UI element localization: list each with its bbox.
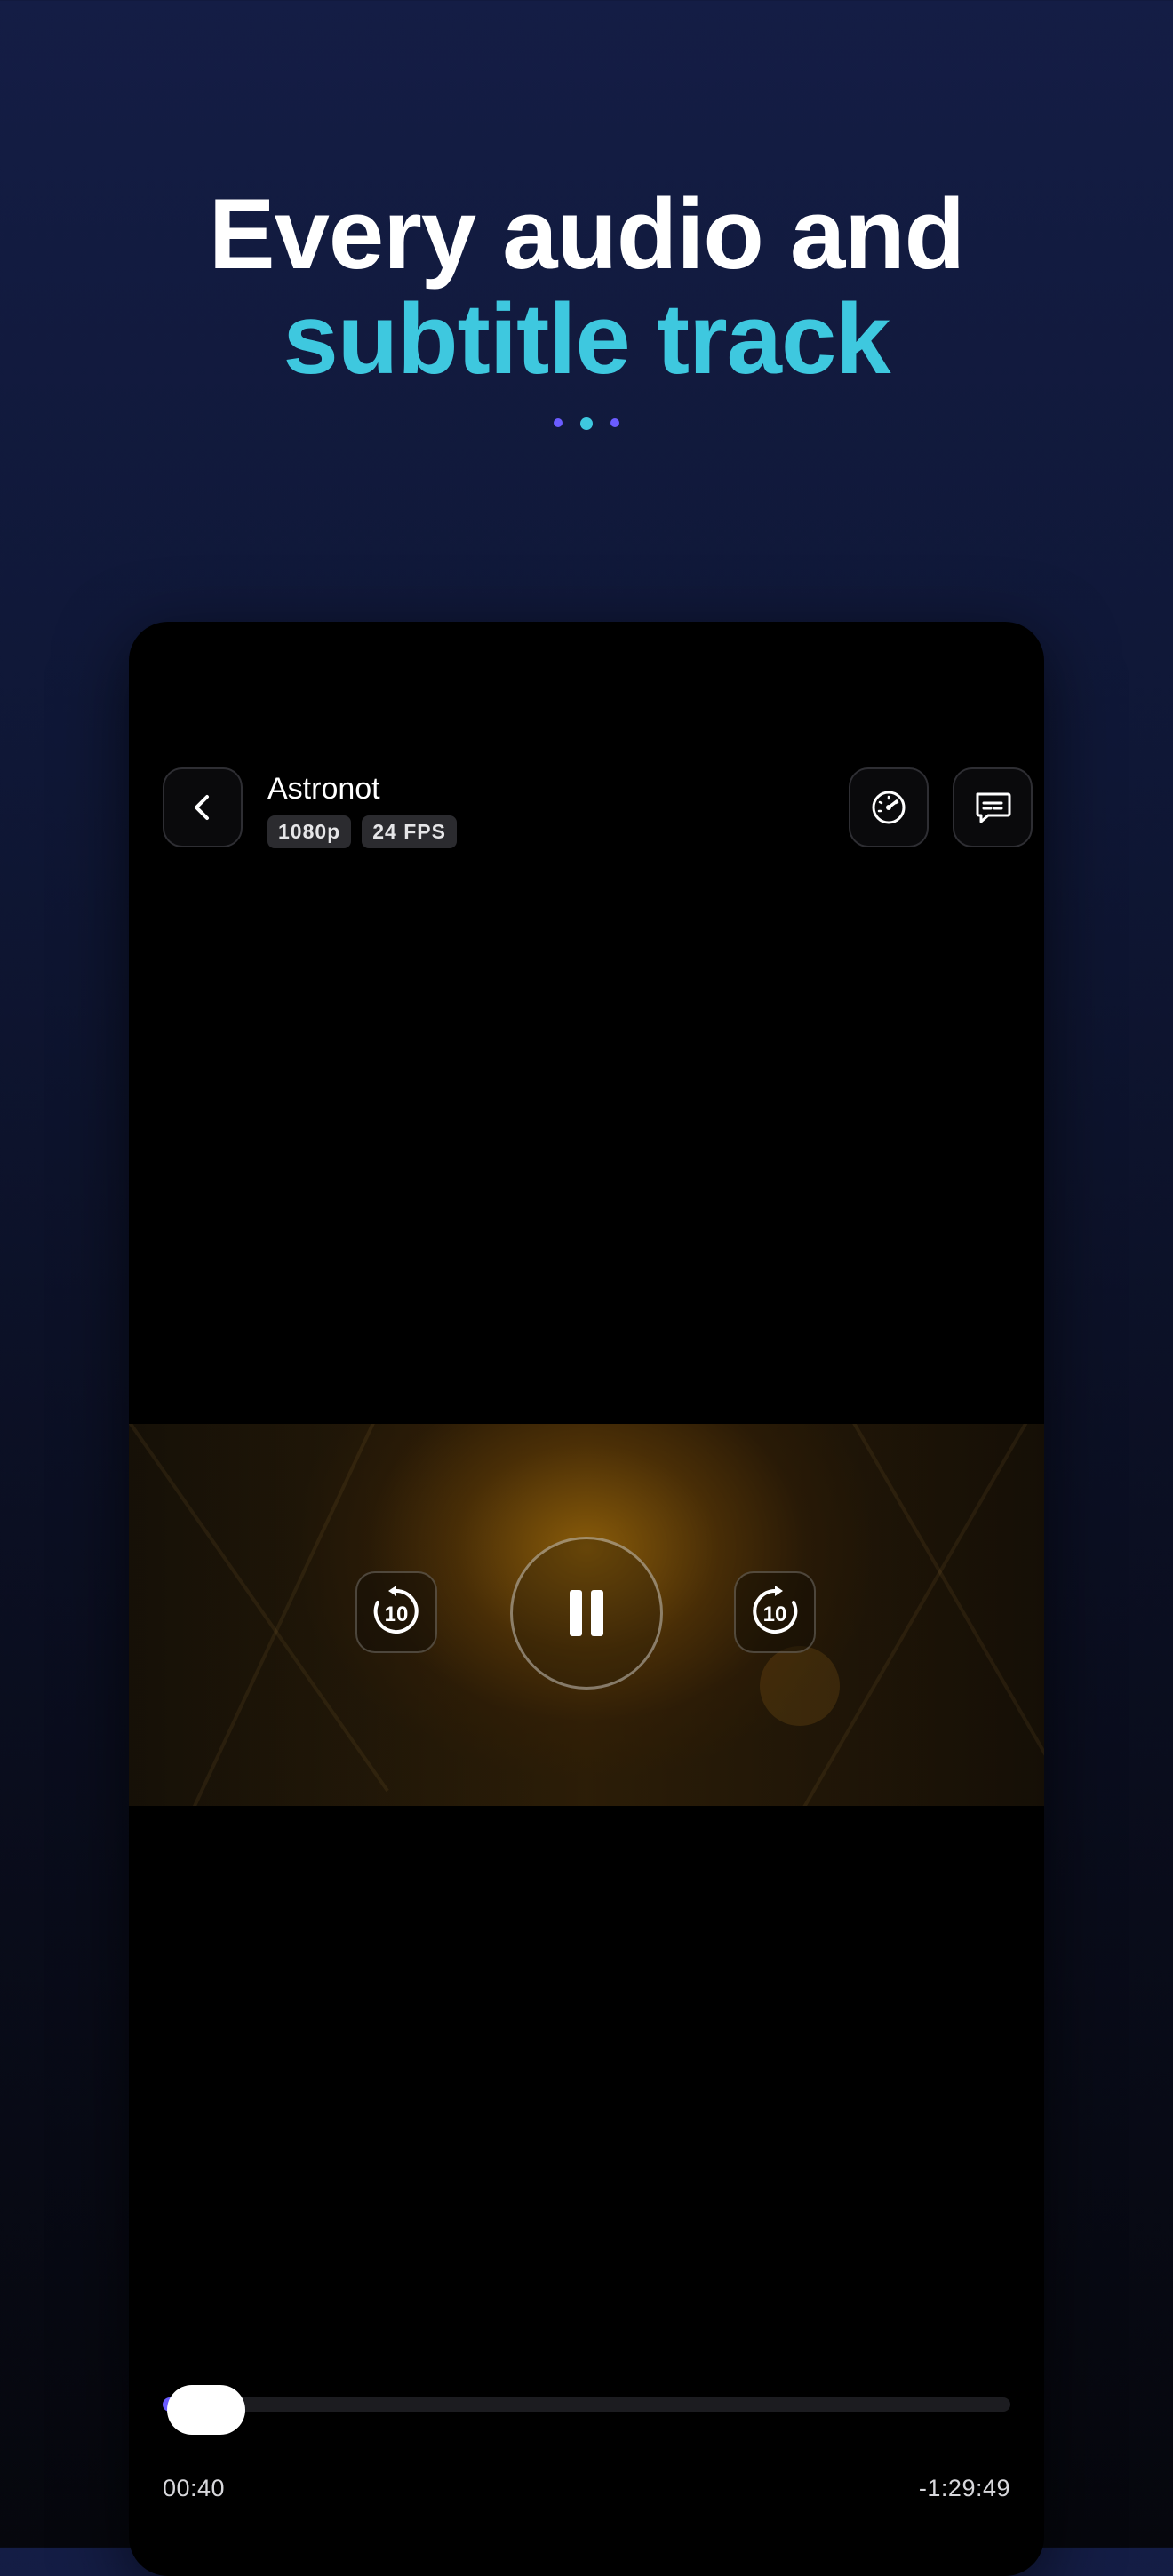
elapsed-time: 00:40 bbox=[163, 2475, 226, 2501]
progress-thumb[interactable] bbox=[167, 2385, 245, 2435]
back-icon bbox=[195, 795, 209, 820]
play-pause-button[interactable] bbox=[510, 1537, 663, 1690]
video-info: Astronot 1080p 24 FPS bbox=[267, 771, 457, 848]
page-dot bbox=[610, 418, 619, 427]
progress-bar[interactable] bbox=[163, 2397, 1010, 2412]
headline-line-2: subtitle track bbox=[283, 283, 890, 394]
subtitles-button[interactable] bbox=[953, 767, 1033, 847]
forward-10-button[interactable]: 10 bbox=[734, 1571, 816, 1653]
pause-icon bbox=[570, 1590, 603, 1636]
player-top-bar: Astronot 1080p 24 FPS bbox=[163, 767, 1033, 849]
subtitles-icon bbox=[976, 792, 1011, 823]
framerate-badge: 24 FPS bbox=[362, 815, 457, 848]
page-dot bbox=[554, 418, 563, 427]
rewind-seconds-label: 10 bbox=[385, 1602, 409, 1626]
player-screen: Astronot 1080p 24 FPS 10 10 00:40 -1:29:… bbox=[129, 622, 1044, 2576]
back-button[interactable] bbox=[163, 767, 243, 847]
headline-line-1: Every audio and bbox=[208, 179, 965, 290]
page-indicator bbox=[0, 417, 1173, 430]
headline: Every audio and subtitle track bbox=[0, 182, 1173, 392]
video-title: Astronot bbox=[267, 772, 380, 806]
remaining-time: -1:29:49 bbox=[918, 2475, 1010, 2501]
playback-speed-button[interactable] bbox=[849, 767, 929, 847]
rewind-10-icon: 10 bbox=[373, 1586, 419, 1634]
forward-seconds-label: 10 bbox=[763, 1602, 787, 1626]
forward-10-icon: 10 bbox=[753, 1586, 798, 1634]
resolution-badge: 1080p bbox=[267, 815, 352, 848]
page-dot-active bbox=[580, 417, 593, 430]
rewind-10-button[interactable]: 10 bbox=[355, 1571, 437, 1653]
speed-icon bbox=[872, 791, 906, 824]
video-badges: 1080p 24 FPS bbox=[267, 815, 457, 848]
